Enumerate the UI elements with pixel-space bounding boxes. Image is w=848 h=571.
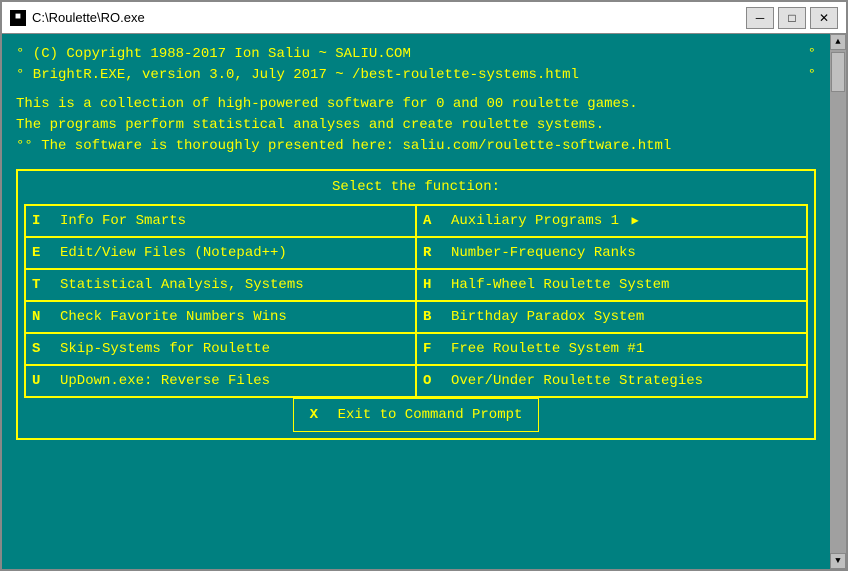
header-line-1-right: ° [808, 44, 816, 65]
menu-key-left-3: N [32, 307, 52, 328]
menu-label-right-1: Number-Frequency Ranks [451, 243, 636, 264]
header-line-2: ° BrightR.EXE, version 3.0, July 2017 ~ … [16, 65, 816, 86]
main-window: ■ C:\Roulette\RO.exe ─ □ ✕ ° (C) Copyrig… [0, 0, 848, 571]
desc-line-1: This is a collection of high-powered sof… [16, 94, 816, 115]
maximize-button[interactable]: □ [778, 7, 806, 29]
desc-line-3: °° The software is thoroughly presented … [16, 136, 816, 157]
menu-key-left-2: T [32, 275, 52, 296]
menu-label-left-3: Check Favorite Numbers Wins [60, 307, 287, 328]
menu-box: Select the function: I Info For Smarts A Au… [16, 169, 816, 440]
menu-cell-left-0[interactable]: I Info For Smarts [25, 205, 416, 237]
menu-key-left-4: S [32, 339, 52, 360]
menu-label-right-4: Free Roulette System #1 [451, 339, 644, 360]
menu-key-right-5: O [423, 371, 443, 392]
window-title: C:\Roulette\RO.exe [32, 10, 145, 25]
description-section: This is a collection of high-powered sof… [16, 94, 816, 157]
exit-label: Exit to Command Prompt [338, 405, 523, 426]
menu-key-right-4: F [423, 339, 443, 360]
menu-title: Select the function: [24, 177, 808, 198]
scroll-down-arrow[interactable]: ▼ [830, 553, 846, 569]
menu-cell-right-3[interactable]: B Birthday Paradox System [416, 301, 807, 333]
exit-cell[interactable]: X Exit to Command Prompt [293, 398, 540, 432]
menu-cell-left-5[interactable]: U UpDown.exe: Reverse Files [25, 365, 416, 397]
menu-cell-right-1[interactable]: R Number-Frequency Ranks [416, 237, 807, 269]
exit-key: X [310, 405, 330, 426]
menu-label-left-0: Info For Smarts [60, 211, 186, 232]
title-bar-buttons: ─ □ ✕ [746, 7, 838, 29]
menu-label-right-3: Birthday Paradox System [451, 307, 644, 328]
header-line-2-right: ° [808, 65, 816, 86]
menu-key-right-1: R [423, 243, 443, 264]
menu-cell-left-3[interactable]: N Check Favorite Numbers Wins [25, 301, 416, 333]
scroll-thumb[interactable] [831, 52, 845, 92]
header-line-1: ° (C) Copyright 1988-2017 Ion Saliu ~ SA… [16, 44, 816, 65]
menu-grid: I Info For Smarts A Auxiliary Programs 1 ▶ E… [24, 204, 808, 398]
menu-key-left-5: U [32, 371, 52, 392]
scroll-track[interactable] [830, 50, 846, 553]
header-section: ° (C) Copyright 1988-2017 Ion Saliu ~ SA… [16, 44, 816, 86]
submenu-arrow-icon: ▶ [631, 214, 638, 228]
menu-key-right-0: A [423, 211, 443, 232]
title-bar-left: ■ C:\Roulette\RO.exe [10, 10, 145, 26]
scroll-up-arrow[interactable]: ▲ [830, 34, 846, 50]
menu-label-right-0: Auxiliary Programs 1 ▶ [451, 211, 639, 232]
minimize-button[interactable]: ─ [746, 7, 774, 29]
title-bar: ■ C:\Roulette\RO.exe ─ □ ✕ [2, 2, 846, 34]
menu-cell-right-4[interactable]: F Free Roulette System #1 [416, 333, 807, 365]
menu-cell-right-0[interactable]: A Auxiliary Programs 1 ▶ [416, 205, 807, 237]
terminal: ° (C) Copyright 1988-2017 Ion Saliu ~ SA… [2, 34, 830, 569]
close-button[interactable]: ✕ [810, 7, 838, 29]
menu-key-left-0: I [32, 211, 52, 232]
menu-key-right-2: H [423, 275, 443, 296]
menu-label-right-2: Half-Wheel Roulette System [451, 275, 669, 296]
menu-label-left-1: Edit/View Files (Notepad++) [60, 243, 287, 264]
exit-row: X Exit to Command Prompt [24, 398, 808, 432]
scrollbar[interactable]: ▲ ▼ [830, 34, 846, 569]
menu-cell-left-2[interactable]: T Statistical Analysis, Systems [25, 269, 416, 301]
menu-cell-right-2[interactable]: H Half-Wheel Roulette System [416, 269, 807, 301]
header-line-1-left: ° (C) Copyright 1988-2017 Ion Saliu ~ SA… [16, 44, 411, 65]
content-area: ° (C) Copyright 1988-2017 Ion Saliu ~ SA… [2, 34, 846, 569]
menu-cell-right-5[interactable]: O Over/Under Roulette Strategies [416, 365, 807, 397]
menu-key-left-1: E [32, 243, 52, 264]
menu-label-left-5: UpDown.exe: Reverse Files [60, 371, 270, 392]
menu-cell-left-4[interactable]: S Skip-Systems for Roulette [25, 333, 416, 365]
menu-label-left-4: Skip-Systems for Roulette [60, 339, 270, 360]
header-line-2-left: ° BrightR.EXE, version 3.0, July 2017 ~ … [16, 65, 579, 86]
desc-line-2: The programs perform statistical analyse… [16, 115, 816, 136]
menu-label-left-2: Statistical Analysis, Systems [60, 275, 304, 296]
menu-cell-left-1[interactable]: E Edit/View Files (Notepad++) [25, 237, 416, 269]
window-icon: ■ [10, 10, 26, 26]
menu-label-right-5: Over/Under Roulette Strategies [451, 371, 703, 392]
menu-key-right-3: B [423, 307, 443, 328]
